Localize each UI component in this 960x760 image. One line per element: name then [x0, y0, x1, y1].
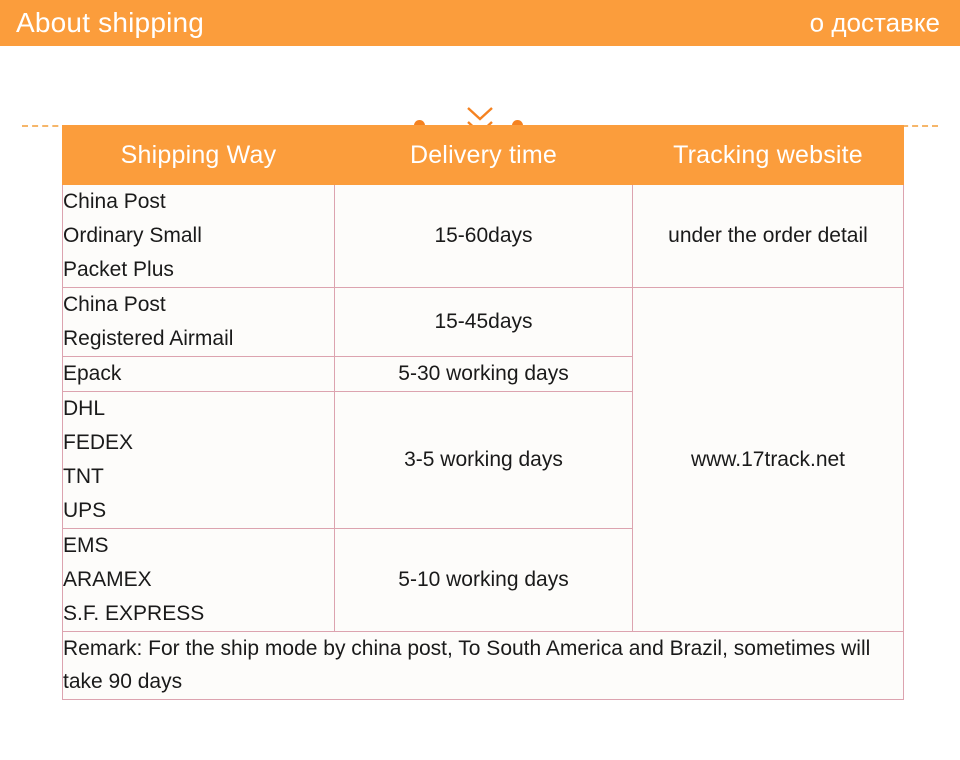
- shipping-way-line: ARAMEX: [63, 568, 152, 592]
- shipping-way-line: UPS: [63, 499, 107, 523]
- page-header-banner: About shipping о доставке: [0, 0, 960, 46]
- cell-tracking-website: www.17track.net: [632, 287, 904, 633]
- page-title-english: About shipping: [16, 7, 205, 38]
- cell-shipping-way: China Post Ordinary Small Packet Plus: [62, 183, 335, 289]
- table-row: China Post Ordinary Small Packet Plus 15…: [62, 183, 904, 289]
- shipping-way-line: TNT: [63, 465, 104, 489]
- shipping-way-line: S.F. EXPRESS: [63, 602, 205, 626]
- cell-delivery-time: 5-30 working days: [334, 356, 633, 393]
- cell-shipping-way: DHL FEDEX TNT UPS: [62, 391, 335, 530]
- table-row: China Post Registered Airmail 15-45days …: [62, 287, 904, 633]
- shipping-table-container: Shipping Way Delivery time Tracking webs…: [62, 125, 904, 700]
- page-title-russian: о доставке: [809, 7, 940, 38]
- cell-shipping-way: Epack: [62, 356, 335, 393]
- cell-tracking-website: under the order detail: [632, 183, 904, 289]
- shipping-way-line: Ordinary Small: [63, 224, 202, 248]
- cell-delivery-time: 15-60days: [334, 183, 633, 289]
- shipping-way-line: DHL: [63, 397, 106, 421]
- shipping-way-line: EMS: [63, 534, 109, 558]
- shipping-way-line: FEDEX: [63, 431, 134, 455]
- cell-shipping-way: China Post Registered Airmail: [62, 287, 335, 358]
- cell-shipping-way: EMS ARAMEX S.F. EXPRESS: [62, 528, 335, 633]
- column-header-tracking-website: Tracking website: [632, 125, 904, 185]
- shipping-way-line: Packet Plus: [63, 258, 174, 282]
- section-divider: [0, 46, 960, 148]
- shipping-way-line: China Post: [63, 293, 166, 317]
- shipping-way-line: Registered Airmail: [63, 327, 234, 351]
- shipping-info-table: Shipping Way Delivery time Tracking webs…: [62, 125, 904, 700]
- shipping-way-line: China Post: [63, 190, 166, 213]
- shipping-way-line: Epack: [63, 362, 122, 386]
- column-header-shipping-way: Shipping Way: [62, 125, 335, 185]
- table-remark-row: Remark: For the ship mode by china post,…: [62, 631, 904, 700]
- remark-text: Remark: For the ship mode by china post,…: [62, 631, 904, 700]
- table-header-row: Shipping Way Delivery time Tracking webs…: [62, 125, 904, 185]
- cell-delivery-time: 3-5 working days: [334, 391, 633, 530]
- cell-delivery-time: 5-10 working days: [334, 528, 633, 633]
- cell-delivery-time: 15-45days: [334, 287, 633, 358]
- column-header-delivery-time: Delivery time: [334, 125, 633, 185]
